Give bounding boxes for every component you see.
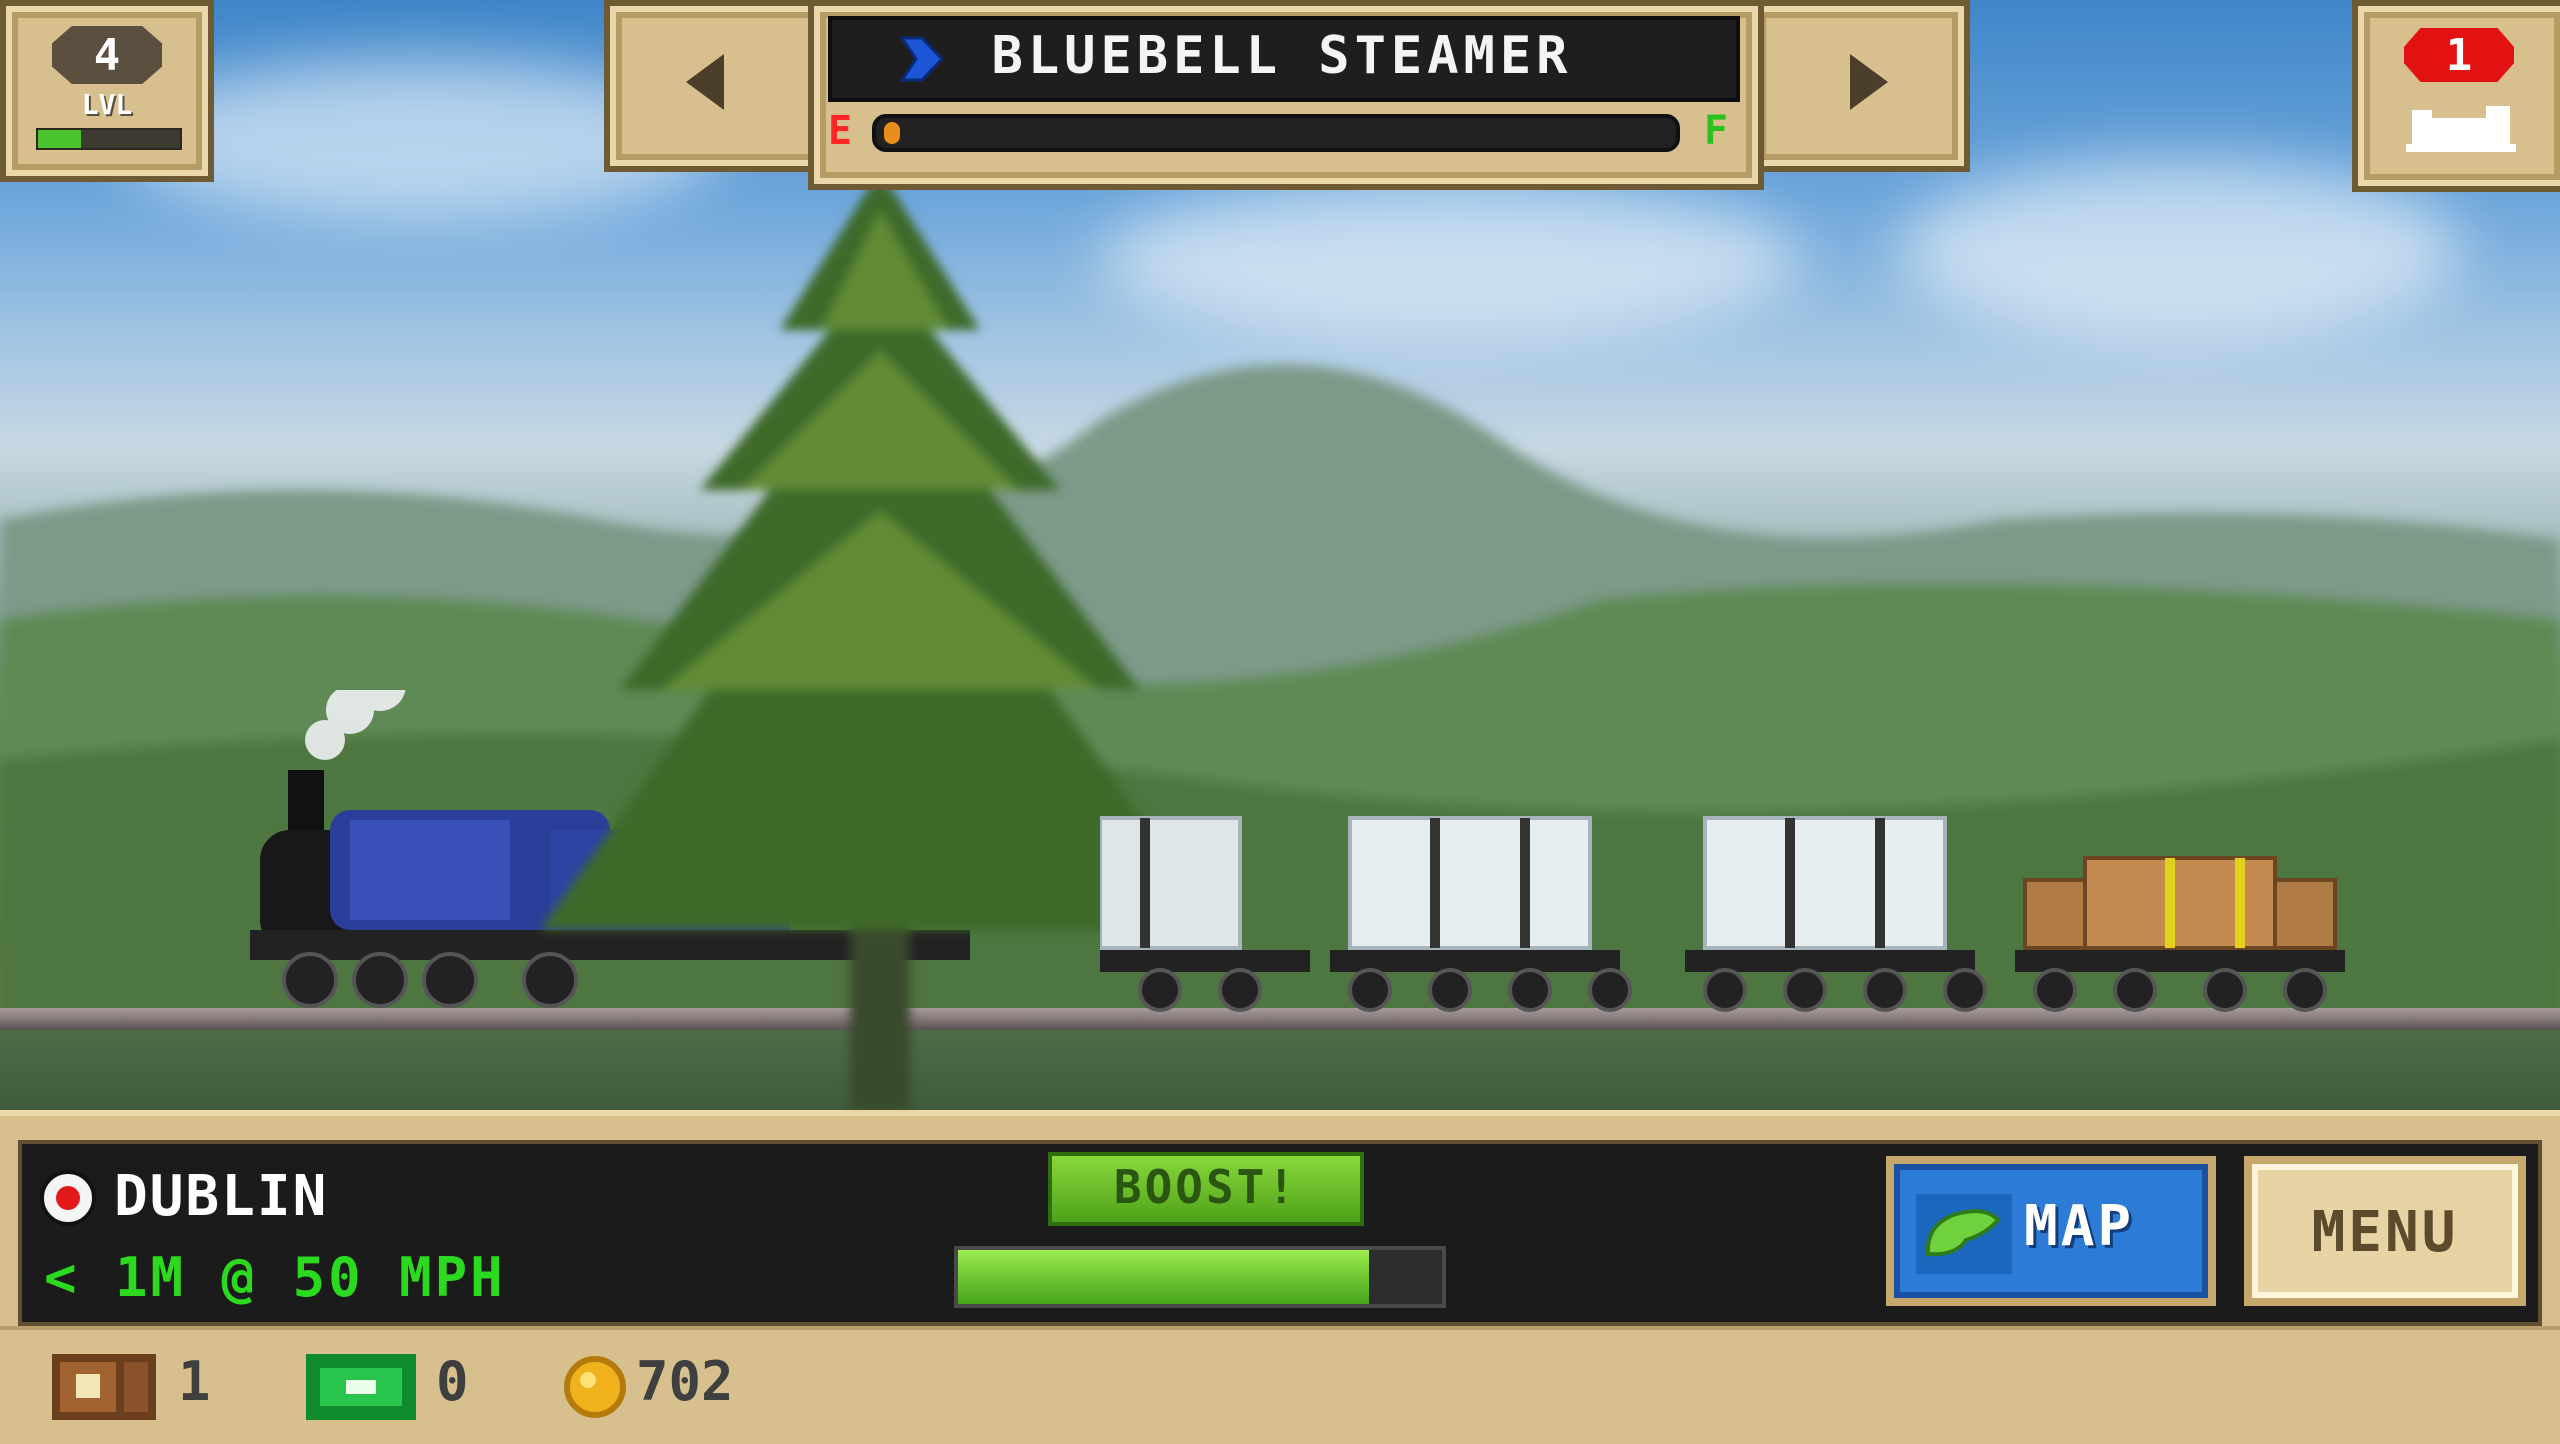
right-arrow-icon xyxy=(1850,54,1888,110)
level-badge: 4 xyxy=(52,26,162,84)
alert-badge: 1 xyxy=(2404,28,2514,82)
map-button[interactable]: MAP xyxy=(1886,1156,2216,1306)
train-type-icon xyxy=(899,36,945,82)
level-progress-bar xyxy=(36,128,182,150)
destination-station: DUBLIN xyxy=(114,1164,329,1229)
menu-label: MENU xyxy=(2311,1200,2459,1265)
coin-icon xyxy=(564,1356,626,1418)
cash-count: 0 xyxy=(436,1350,469,1413)
fuel-level-marker xyxy=(884,122,900,144)
train-name: BLUEBELL STEAMER xyxy=(991,26,1573,86)
previous-train-button[interactable] xyxy=(604,0,826,172)
level-label: LVL xyxy=(81,88,133,121)
fuel-gauge: E F xyxy=(828,102,1732,158)
freight-cars xyxy=(1100,816,2345,1012)
boost-meter xyxy=(954,1246,1446,1308)
alert-count: 1 xyxy=(2445,30,2473,81)
level-number: 4 xyxy=(93,30,121,81)
train-name-bar: BLUEBELL STEAMER xyxy=(828,16,1740,102)
station-icon xyxy=(40,1170,96,1226)
level-progress-fill xyxy=(38,130,81,148)
crate-icon xyxy=(52,1354,156,1420)
cash-icon xyxy=(306,1354,416,1420)
crates-count: 1 xyxy=(178,1350,211,1413)
fuel-track xyxy=(872,114,1680,152)
left-arrow-icon xyxy=(686,54,724,110)
train-alert-button[interactable]: 1 xyxy=(2352,0,2560,192)
boost-meter-fill xyxy=(958,1250,1370,1304)
fuel-empty-label: E xyxy=(828,108,853,154)
next-train-button[interactable] xyxy=(1748,0,1970,172)
coins-count: 702 xyxy=(636,1350,734,1413)
ground xyxy=(0,1030,2560,1120)
distance-speed-readout: < 1M @ 50 MPH xyxy=(44,1246,506,1309)
boost-button[interactable]: BOOST! xyxy=(1048,1152,1364,1226)
level-panel: 4 LVL xyxy=(0,0,214,182)
fuel-full-label: F xyxy=(1703,108,1728,154)
map-icon xyxy=(1916,1194,2012,1274)
train-title-panel: BLUEBELL STEAMER E F xyxy=(808,0,1764,190)
menu-button[interactable]: MENU xyxy=(2244,1156,2526,1306)
train-icon xyxy=(2406,106,2516,152)
map-label: MAP xyxy=(2024,1194,2135,1259)
